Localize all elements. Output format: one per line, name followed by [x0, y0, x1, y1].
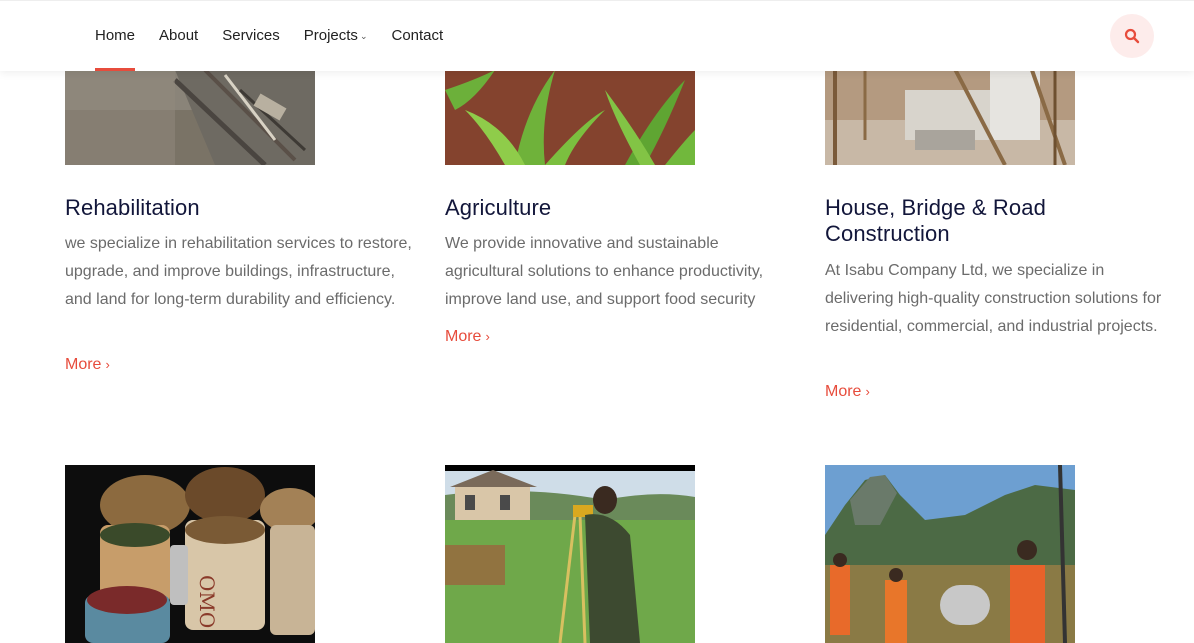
- page: Home About Services Projects ⌄ Contact R…: [0, 0, 1194, 643]
- more-link-agriculture[interactable]: More ›: [445, 328, 490, 346]
- nav-about[interactable]: About: [159, 1, 198, 71]
- nav-projects[interactable]: Projects ⌄: [304, 1, 368, 71]
- chevron-down-icon: ⌄: [359, 31, 368, 41]
- chevron-right-icon: ›: [105, 357, 110, 372]
- nav-contact-label: Contact: [391, 27, 444, 44]
- svg-text:OMO: OMO: [195, 575, 219, 628]
- more-label: More: [65, 356, 102, 373]
- card-text-construction: At Isabu Company Ltd, we specialize in d…: [825, 262, 1162, 335]
- nav-services[interactable]: Services: [222, 1, 280, 71]
- nav-home-label: Home: [95, 27, 136, 44]
- card-text-rehabilitation: we specialize in rehabilitation services…: [65, 235, 412, 308]
- more-label: More: [825, 383, 862, 400]
- search-button[interactable]: [1110, 14, 1154, 58]
- nav-services-label: Services: [222, 27, 280, 44]
- search-icon: [1124, 28, 1140, 44]
- card-title-construction: House, Bridge & Road Construction: [825, 195, 1046, 246]
- card-title-rehabilitation: Rehabilitation: [65, 195, 200, 220]
- nav-about-label: About: [159, 27, 199, 44]
- main-nav: Home About Services Projects ⌄ Contact: [95, 1, 467, 71]
- more-link-construction[interactable]: More ›: [825, 383, 870, 401]
- more-link-rehabilitation[interactable]: More ›: [65, 356, 110, 374]
- card-title-agriculture: Agriculture: [445, 195, 552, 220]
- chevron-right-icon: ›: [865, 384, 870, 399]
- surveyor-image: [445, 465, 695, 643]
- chevron-right-icon: ›: [485, 329, 490, 344]
- more-label: More: [445, 328, 482, 345]
- nav-projects-label: Projects: [303, 27, 358, 44]
- grain-sacks-image: OMO: [65, 465, 315, 643]
- nav-home[interactable]: Home: [95, 1, 136, 71]
- nav-contact[interactable]: Contact: [391, 1, 443, 71]
- card-text-agriculture: We provide innovative and sustainable ag…: [445, 235, 764, 308]
- site-header: Home About Services Projects ⌄ Contact: [0, 0, 1194, 71]
- field-workers-image: [825, 465, 1075, 643]
